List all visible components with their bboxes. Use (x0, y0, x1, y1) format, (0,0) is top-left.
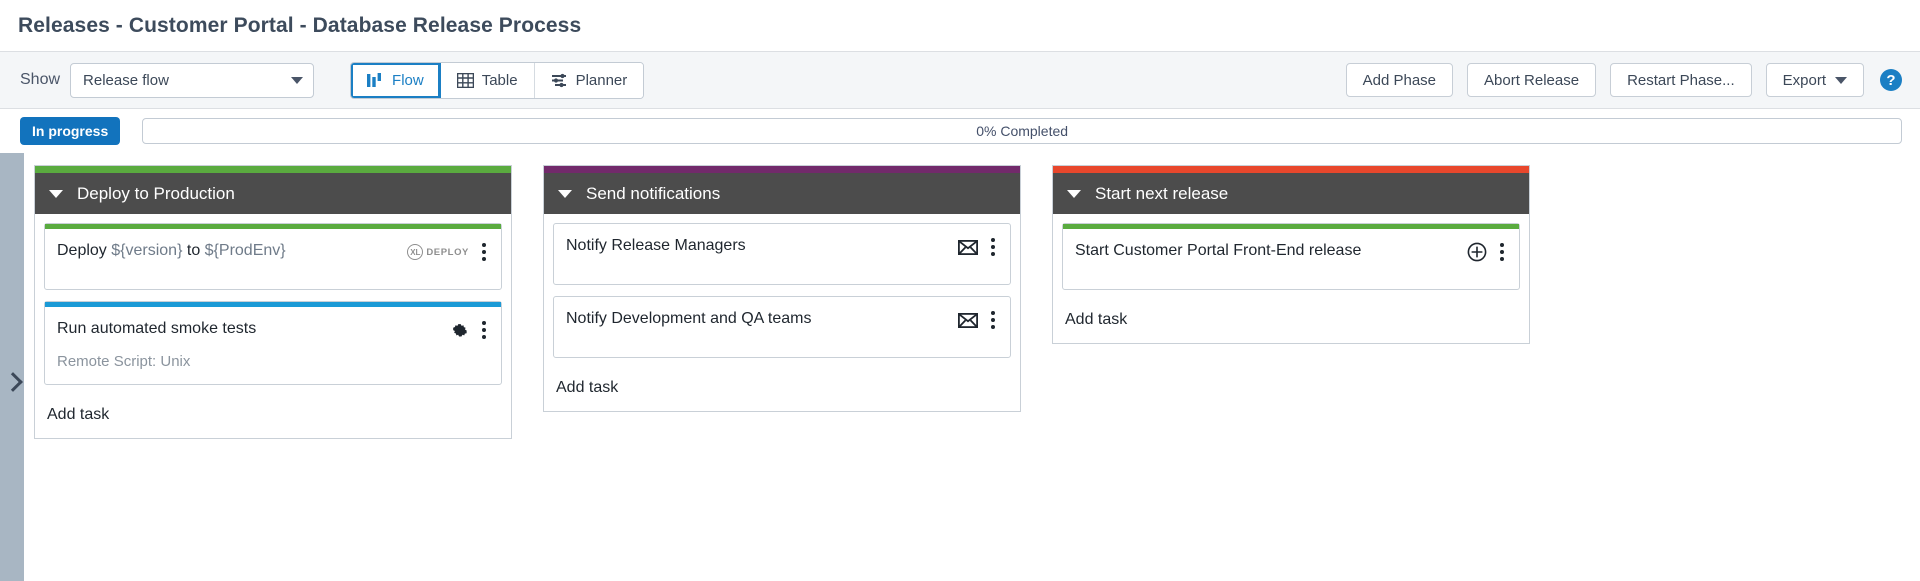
task-icons (958, 236, 998, 257)
plus-circle-icon[interactable] (1467, 242, 1487, 262)
phase-task-list: Start Customer Portal Front-End release (1053, 214, 1529, 290)
gear-icon[interactable] (450, 321, 469, 340)
restart-phase-button[interactable]: Restart Phase... (1610, 63, 1752, 97)
tab-planner[interactable]: Planner (534, 62, 644, 98)
task-icons (450, 319, 489, 340)
task-title-variable: ${ProdEnv} (204, 242, 286, 259)
sidebar-expander[interactable] (0, 153, 24, 581)
phase-accent-bar (1053, 166, 1529, 173)
task-title-variable: ${version} (111, 242, 183, 259)
phase-column: Send notifications Notify Release Manager… (543, 165, 1021, 412)
table-icon (456, 72, 474, 88)
phase-task-list: Notify Release Managers Notify Developmen… (544, 214, 1020, 358)
show-label: Show (20, 71, 61, 88)
task-menu-kebab-icon[interactable] (988, 310, 998, 330)
task-body: Start Customer Portal Front-End release (1063, 229, 1519, 289)
task-body: Deploy ${version} to ${ProdEnv} XL DEPLOY (45, 229, 501, 289)
status-badge: In progress (20, 117, 121, 145)
task-subtitle: Remote Script: Unix (57, 353, 191, 370)
status-row: In progress 0% Completed (0, 109, 1920, 153)
task-header-row: Notify Release Managers (566, 236, 998, 257)
chevron-down-icon (291, 76, 304, 84)
phase-title: Start next release (1095, 183, 1229, 203)
chevron-down-icon (1067, 189, 1081, 198)
phase-accent-bar (35, 166, 511, 173)
phase-column: Start next release Start Customer Portal … (1052, 165, 1530, 344)
task-header-row: Notify Development and QA teams (566, 309, 998, 330)
release-flow-app: Releases - Customer Portal - Database Re… (0, 0, 1920, 581)
toolbar: Show Release flow Flow Table Planner Add… (0, 52, 1920, 109)
tab-table-label: Table (481, 71, 518, 89)
task-title: Deploy ${version} to ${ProdEnv} (57, 242, 286, 259)
export-button[interactable]: Export (1765, 63, 1864, 97)
task-menu-kebab-icon[interactable] (479, 242, 489, 262)
task-icons: XL DEPLOY (407, 241, 489, 262)
task-title: Notify Development and QA teams (566, 310, 812, 327)
task-body: Run automated smoke tests Remote Script: … (45, 307, 501, 384)
help-icon[interactable]: ? (1880, 69, 1902, 91)
phase-board: Deploy to Production Deploy ${version} to… (24, 153, 1920, 581)
planner-icon (551, 73, 568, 88)
phase-column: Deploy to Production Deploy ${version} to… (34, 165, 512, 439)
flow-icon (367, 72, 384, 88)
xl-deploy-mark-icon: XL (407, 244, 424, 260)
task-card[interactable]: Notify Development and QA teams (553, 296, 1011, 358)
chevron-down-icon (49, 189, 63, 198)
tab-table[interactable]: Table (440, 62, 535, 98)
xl-deploy-logo-icon: XL DEPLOY (407, 244, 469, 260)
show-select-value: Release flow (83, 71, 169, 89)
task-header-row: Run automated smoke tests (57, 319, 489, 340)
view-tabs: Flow Table Planner (350, 61, 645, 99)
task-card[interactable]: Deploy ${version} to ${ProdEnv} XL DEPLOY (44, 223, 502, 290)
board-area: Deploy to Production Deploy ${version} to… (0, 153, 1920, 581)
envelope-icon[interactable] (958, 239, 978, 255)
envelope-icon[interactable] (958, 312, 978, 328)
tab-flow[interactable]: Flow (351, 62, 441, 98)
phase-header[interactable]: Deploy to Production (35, 173, 511, 214)
task-icons (958, 309, 998, 330)
show-select[interactable]: Release flow (70, 62, 315, 98)
phase-task-list: Deploy ${version} to ${ProdEnv} XL DEPLOY R… (35, 214, 511, 385)
task-title: Notify Release Managers (566, 237, 746, 254)
add-task-link[interactable]: Add task (35, 396, 511, 438)
page-title: Releases - Customer Portal - Database Re… (18, 13, 582, 37)
task-card[interactable]: Notify Release Managers (553, 223, 1011, 285)
progress-text: 0% Completed (976, 123, 1069, 139)
tab-flow-label: Flow (392, 71, 424, 89)
release-progress-bar: 0% Completed (142, 118, 1902, 144)
chevron-down-icon (558, 189, 572, 198)
task-header-row: Start Customer Portal Front-End release (1075, 241, 1507, 262)
phase-title: Deploy to Production (77, 183, 235, 203)
phase-header[interactable]: Send notifications (544, 173, 1020, 214)
task-card[interactable]: Start Customer Portal Front-End release (1062, 223, 1520, 290)
tab-planner-label: Planner (575, 71, 628, 89)
task-menu-kebab-icon[interactable] (988, 237, 998, 257)
task-menu-kebab-icon[interactable] (479, 320, 489, 340)
chevron-down-icon (1835, 76, 1847, 84)
task-card[interactable]: Run automated smoke tests Remote Script: … (44, 301, 502, 385)
abort-release-button[interactable]: Abort Release (1467, 63, 1597, 97)
task-title: Start Customer Portal Front-End release (1075, 242, 1362, 259)
chevron-right-icon (3, 372, 23, 392)
task-header-row: Deploy ${version} to ${ProdEnv} XL DEPLOY (57, 241, 489, 262)
titlebar: Releases - Customer Portal - Database Re… (0, 0, 1920, 52)
task-icons (1467, 241, 1507, 262)
task-title: Run automated smoke tests (57, 320, 257, 337)
task-menu-kebab-icon[interactable] (1497, 242, 1507, 262)
task-body: Notify Development and QA teams (554, 297, 1010, 357)
xl-deploy-logo-label: DEPLOY (426, 246, 469, 258)
task-body: Notify Release Managers (554, 224, 1010, 284)
phase-accent-bar (544, 166, 1020, 173)
add-task-link[interactable]: Add task (544, 369, 1020, 411)
add-phase-button[interactable]: Add Phase (1345, 63, 1454, 97)
phase-header[interactable]: Start next release (1053, 173, 1529, 214)
export-button-label: Export (1782, 71, 1826, 89)
add-task-link[interactable]: Add task (1053, 301, 1529, 343)
phase-title: Send notifications (586, 183, 721, 203)
